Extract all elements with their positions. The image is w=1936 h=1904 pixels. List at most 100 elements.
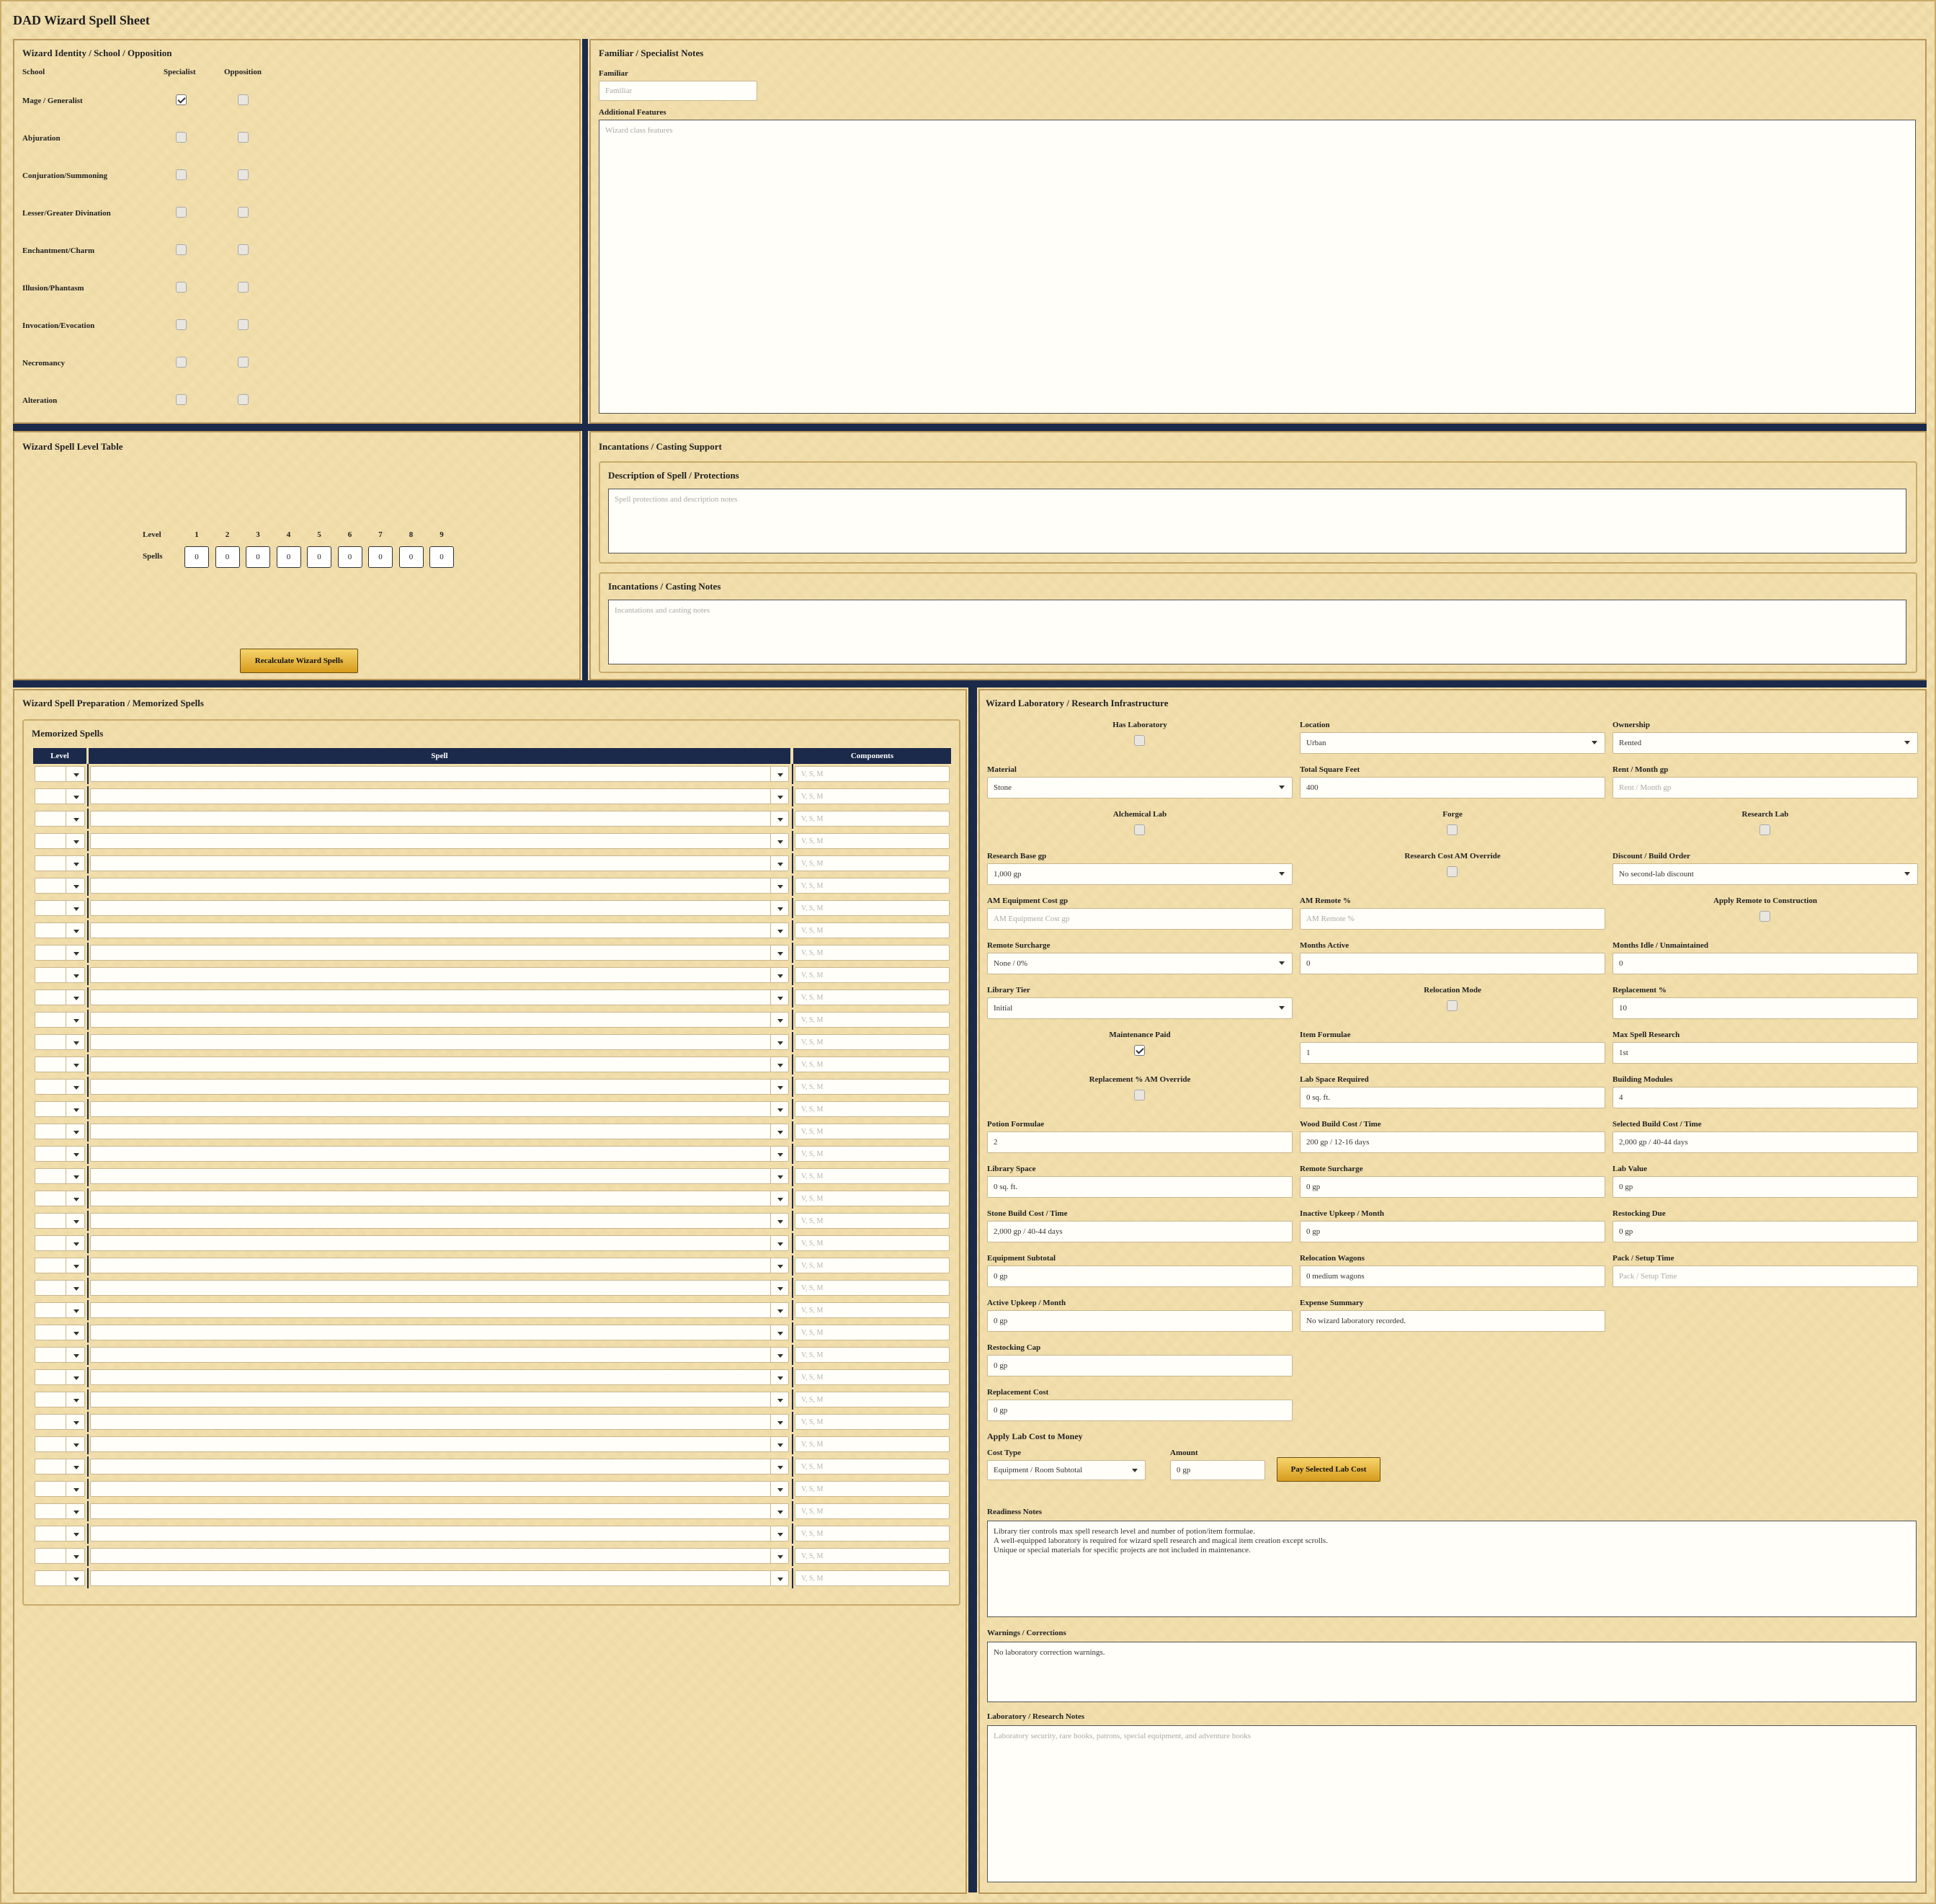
level-select[interactable]: [35, 1124, 85, 1139]
months-active-input[interactable]: 0: [1300, 953, 1605, 974]
research-notes-textarea[interactable]: Laboratory security, rare books, patrons…: [987, 1725, 1917, 1882]
library-tier-select[interactable]: Initial: [987, 997, 1293, 1019]
level-select[interactable]: [35, 1056, 85, 1072]
spell-select[interactable]: [90, 1436, 789, 1452]
level-select[interactable]: [35, 1191, 85, 1206]
components-input[interactable]: V, S, M: [795, 811, 950, 827]
spell-select[interactable]: [90, 1392, 789, 1407]
specialist-checkbox[interactable]: [176, 394, 187, 405]
components-input[interactable]: V, S, M: [795, 766, 950, 782]
components-input[interactable]: V, S, M: [795, 1101, 950, 1117]
specialist-checkbox[interactable]: [176, 244, 187, 255]
recalculate-spells-button[interactable]: Recalculate Wizard Spells: [240, 649, 358, 673]
spell-select[interactable]: [90, 1548, 789, 1564]
components-input[interactable]: V, S, M: [795, 788, 950, 804]
opposition-checkbox[interactable]: [238, 319, 249, 330]
specialist-checkbox[interactable]: [176, 357, 187, 368]
components-input[interactable]: V, S, M: [795, 1213, 950, 1229]
level-select[interactable]: [35, 878, 85, 894]
level-select[interactable]: [35, 989, 85, 1005]
spell-select[interactable]: [90, 1258, 789, 1273]
components-input[interactable]: V, S, M: [795, 1302, 950, 1318]
opposition-checkbox[interactable]: [238, 169, 249, 180]
spell-select[interactable]: [90, 1369, 789, 1385]
components-input[interactable]: V, S, M: [795, 1548, 950, 1564]
level-select[interactable]: [35, 1213, 85, 1229]
spell-select[interactable]: [90, 1503, 789, 1519]
level-select[interactable]: [35, 1235, 85, 1251]
level-select[interactable]: [35, 766, 85, 782]
opposition-checkbox[interactable]: [238, 282, 249, 293]
spell-select[interactable]: [90, 833, 789, 849]
spell-select[interactable]: [90, 1191, 789, 1206]
level-select[interactable]: [35, 1347, 85, 1363]
spell-select[interactable]: [90, 1079, 789, 1095]
spell-select[interactable]: [90, 878, 789, 894]
level-select[interactable]: [35, 1034, 85, 1050]
spell-count-input[interactable]: 0: [429, 546, 454, 568]
spell-select[interactable]: [90, 1459, 789, 1474]
am-equipment-cost-input[interactable]: AM Equipment Cost gp: [987, 908, 1293, 930]
forge-checkbox[interactable]: [1447, 824, 1458, 835]
has-laboratory-checkbox[interactable]: [1134, 735, 1145, 746]
components-input[interactable]: V, S, M: [795, 1235, 950, 1251]
components-input[interactable]: V, S, M: [795, 1481, 950, 1497]
level-select[interactable]: [35, 1146, 85, 1162]
components-input[interactable]: V, S, M: [795, 1325, 950, 1340]
level-select[interactable]: [35, 900, 85, 916]
remote-surcharge-select[interactable]: None / 0%: [987, 953, 1293, 974]
level-select[interactable]: [35, 1280, 85, 1296]
components-input[interactable]: V, S, M: [795, 1191, 950, 1206]
spell-select[interactable]: [90, 788, 789, 804]
pay-lab-cost-button[interactable]: Pay Selected Lab Cost: [1277, 1457, 1380, 1482]
components-input[interactable]: V, S, M: [795, 1258, 950, 1273]
components-input[interactable]: V, S, M: [795, 1146, 950, 1162]
level-select[interactable]: [35, 1079, 85, 1095]
opposition-checkbox[interactable]: [238, 94, 249, 105]
spell-select[interactable]: [90, 1034, 789, 1050]
readiness-textarea[interactable]: Library tier controls max spell research…: [987, 1521, 1917, 1617]
spell-count-input[interactable]: 0: [368, 546, 393, 568]
components-input[interactable]: V, S, M: [795, 1414, 950, 1430]
opposition-checkbox[interactable]: [238, 357, 249, 368]
components-input[interactable]: V, S, M: [795, 900, 950, 916]
level-select[interactable]: [35, 967, 85, 983]
spell-select[interactable]: [90, 1012, 789, 1028]
familiar-input[interactable]: Familiar: [599, 81, 757, 101]
alchemical-lab-checkbox[interactable]: [1134, 824, 1145, 835]
spell-select[interactable]: [90, 766, 789, 782]
spell-select[interactable]: [90, 811, 789, 827]
spell-select[interactable]: [90, 945, 789, 961]
discount-build-order-select[interactable]: No second-lab discount: [1612, 863, 1918, 885]
components-input[interactable]: V, S, M: [795, 1034, 950, 1050]
opposition-checkbox[interactable]: [238, 207, 249, 218]
specialist-checkbox[interactable]: [176, 94, 187, 105]
components-input[interactable]: V, S, M: [795, 1570, 950, 1586]
components-input[interactable]: V, S, M: [795, 878, 950, 894]
level-select[interactable]: [35, 1325, 85, 1340]
level-select[interactable]: [35, 1570, 85, 1586]
level-select[interactable]: [35, 1481, 85, 1497]
level-select[interactable]: [35, 855, 85, 871]
description-textarea[interactable]: Spell protections and description notes: [608, 489, 1906, 553]
components-input[interactable]: V, S, M: [795, 1503, 950, 1519]
level-select[interactable]: [35, 1302, 85, 1318]
components-input[interactable]: V, S, M: [795, 855, 950, 871]
spell-count-input[interactable]: 0: [276, 546, 301, 568]
opposition-checkbox[interactable]: [238, 244, 249, 255]
components-input[interactable]: V, S, M: [795, 989, 950, 1005]
spell-select[interactable]: [90, 900, 789, 916]
components-input[interactable]: V, S, M: [795, 1079, 950, 1095]
apply-remote-construction-checkbox[interactable]: [1759, 911, 1770, 922]
cost-type-select[interactable]: Equipment / Room Subtotal: [987, 1460, 1146, 1480]
maintenance-paid-checkbox[interactable]: [1134, 1045, 1145, 1056]
spell-select[interactable]: [90, 1570, 789, 1586]
level-select[interactable]: [35, 1168, 85, 1184]
components-input[interactable]: V, S, M: [795, 833, 950, 849]
specialist-checkbox[interactable]: [176, 282, 187, 293]
spell-select[interactable]: [90, 1056, 789, 1072]
components-input[interactable]: V, S, M: [795, 1124, 950, 1139]
spell-select[interactable]: [90, 1302, 789, 1318]
research-cost-am-override-checkbox[interactable]: [1447, 866, 1458, 877]
level-select[interactable]: [35, 1503, 85, 1519]
